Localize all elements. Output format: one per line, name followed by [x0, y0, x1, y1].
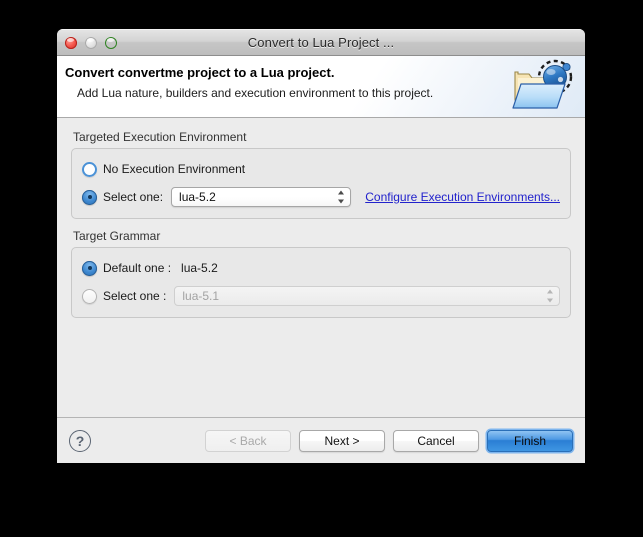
row-select-execution-environment[interactable]: Select one: lua-5.2 Configure Execution …	[82, 186, 560, 208]
minimize-button[interactable]	[85, 36, 97, 49]
label-default-grammar: Default one :	[103, 261, 172, 275]
window-title: Convert to Lua Project ...	[247, 35, 395, 50]
chevron-updown-icon	[337, 190, 344, 204]
group-box-execution-environment: No Execution Environment Select one: lua…	[71, 148, 571, 219]
footer-button-group: < Back Next > Cancel Finish	[205, 429, 573, 452]
label-select-grammar: Select one :	[103, 289, 167, 303]
next-button[interactable]: Next >	[299, 429, 385, 452]
group-label-target-grammar: Target Grammar	[73, 229, 161, 243]
configure-execution-environments-link[interactable]: Configure Execution Environments...	[365, 190, 560, 204]
label-select-execution-environment: Select one:	[103, 190, 164, 204]
radio-select-grammar[interactable]	[82, 288, 97, 304]
dialog-body: Targeted Execution Environment No Execut…	[57, 118, 585, 417]
window-titlebar[interactable]: Convert to Lua Project ...	[57, 29, 585, 56]
dialog-footer: ? < Back Next > Cancel Finish	[57, 417, 585, 463]
row-no-execution-environment[interactable]: No Execution Environment	[82, 158, 560, 180]
default-grammar-value: lua-5.2	[181, 261, 218, 275]
close-button[interactable]	[65, 36, 77, 49]
execution-environment-dropdown-value: lua-5.2	[179, 190, 216, 204]
group-targeted-execution-environment: Targeted Execution Environment No Execut…	[71, 130, 571, 219]
radio-no-execution-environment[interactable]	[82, 161, 97, 177]
target-grammar-dropdown: lua-5.1	[174, 286, 560, 306]
window-controls	[65, 36, 117, 49]
label-no-execution-environment: No Execution Environment	[103, 162, 246, 176]
finish-button[interactable]: Finish	[487, 429, 573, 452]
desktop-backdrop: Convert to Lua Project ... Convert conve…	[0, 0, 643, 537]
radio-select-execution-environment[interactable]	[82, 189, 97, 205]
row-select-grammar[interactable]: Select one : lua-5.1	[82, 285, 560, 307]
cancel-button[interactable]: Cancel	[393, 429, 479, 452]
back-button[interactable]: < Back	[205, 429, 291, 452]
chevron-updown-icon	[546, 289, 553, 303]
radio-default-grammar[interactable]	[82, 260, 97, 276]
group-box-target-grammar: Default one : lua-5.2 Select one : lua-5…	[71, 247, 571, 318]
group-target-grammar: Target Grammar Default one : lua-5.2 Sel…	[71, 229, 571, 318]
execution-environment-dropdown[interactable]: lua-5.2	[171, 187, 352, 207]
row-default-grammar[interactable]: Default one : lua-5.2	[82, 257, 560, 279]
lua-project-folder-icon	[505, 58, 579, 116]
group-label-execution-environment: Targeted Execution Environment	[73, 130, 247, 144]
wizard-banner: Convert convertme project to a Lua proje…	[57, 56, 585, 118]
target-grammar-dropdown-value: lua-5.1	[182, 289, 220, 303]
convert-to-lua-project-dialog: Convert to Lua Project ... Convert conve…	[57, 29, 585, 463]
help-icon[interactable]: ?	[69, 429, 91, 452]
zoom-button[interactable]	[105, 37, 117, 49]
